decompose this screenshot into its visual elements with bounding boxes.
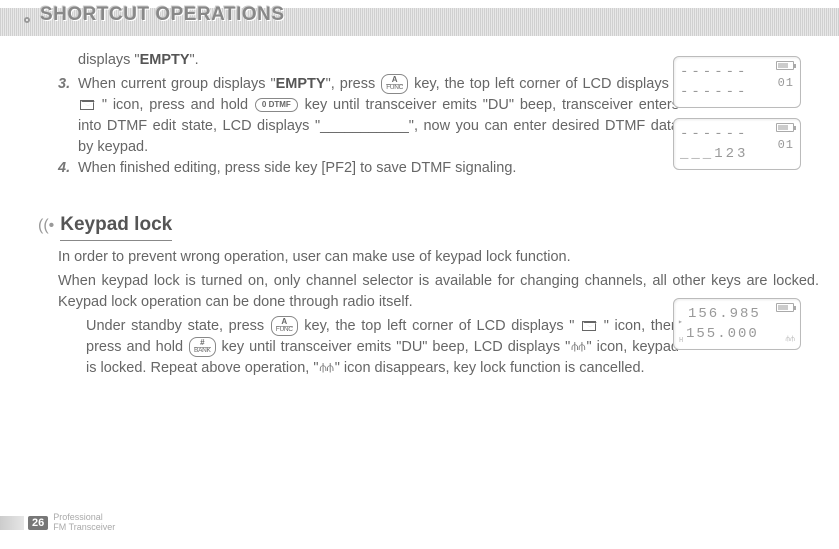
text: key until transceiver emits "DU" beep, L…	[217, 339, 571, 355]
text: ".	[190, 52, 199, 68]
page-number: 26	[28, 516, 48, 530]
text: displays "	[78, 52, 140, 68]
text: Under standby state, press	[86, 318, 270, 334]
func-key-icon: AFUNC	[381, 74, 408, 94]
envelope-icon	[80, 100, 94, 110]
section-title: Keypad lock	[60, 211, 172, 241]
battery-icon	[776, 303, 794, 312]
footer-bar-icon	[0, 516, 24, 530]
lock-icon: ⫛⫛	[319, 359, 333, 376]
lock-indicator-icon: ⫛⫛	[785, 334, 795, 346]
text: When current group displays "	[78, 76, 276, 92]
text: key, the top left corner of LCD displays…	[299, 318, 580, 334]
section-heading-keypad-lock: ((• Keypad lock	[38, 211, 819, 241]
keypad-paragraph-1: In order to prevent wrong operation, use…	[38, 247, 819, 268]
envelope-icon	[582, 321, 596, 331]
footer-text: Professional FM Transceiver	[53, 513, 115, 533]
footer-line: FM Transceiver	[53, 523, 115, 533]
step-body: When current group displays "EMPTY", pre…	[78, 74, 679, 158]
text: key, the top left corner of LCD displays…	[409, 76, 679, 92]
radio-waves-icon: ((•	[38, 214, 54, 237]
lcd-side-number: 01	[778, 137, 794, 154]
page-title: SHORTCUT OPERATIONS	[40, 4, 285, 26]
text: " icon disappears, key lock function is …	[335, 360, 645, 376]
lcd-display-3: ▸ 156.985 155.000 H ⫛⫛	[673, 298, 801, 350]
dtmf-key-icon: 0 DTMF	[255, 98, 298, 112]
step-number: 3.	[58, 74, 78, 158]
empty-bold: EMPTY	[140, 52, 190, 68]
battery-icon	[776, 61, 794, 70]
text: " icon, press and hold	[96, 97, 254, 113]
bank-key-icon: #BANK	[189, 337, 216, 357]
empty-bold: EMPTY	[276, 76, 326, 92]
page-footer: 26 Professional FM Transceiver	[0, 513, 115, 533]
text: ", press	[326, 76, 381, 92]
header-bullet-icon	[24, 17, 30, 23]
arrow-icon: ▸	[678, 317, 683, 329]
lcd-side-number: 01	[778, 75, 794, 92]
battery-icon	[776, 123, 794, 132]
step-number: 4.	[58, 158, 78, 179]
h-indicator: H	[679, 336, 683, 346]
func-key-icon: AFUNC	[271, 316, 298, 336]
main-content: displays "EMPTY". 3. When current group …	[38, 50, 819, 382]
lcd-display-1: ------ ------ 01	[673, 56, 801, 108]
lcd-line: 155.000	[686, 324, 794, 344]
lcd-display-2: ------ ___123 01	[673, 118, 801, 170]
lock-icon: ⫛⫛	[571, 338, 585, 355]
